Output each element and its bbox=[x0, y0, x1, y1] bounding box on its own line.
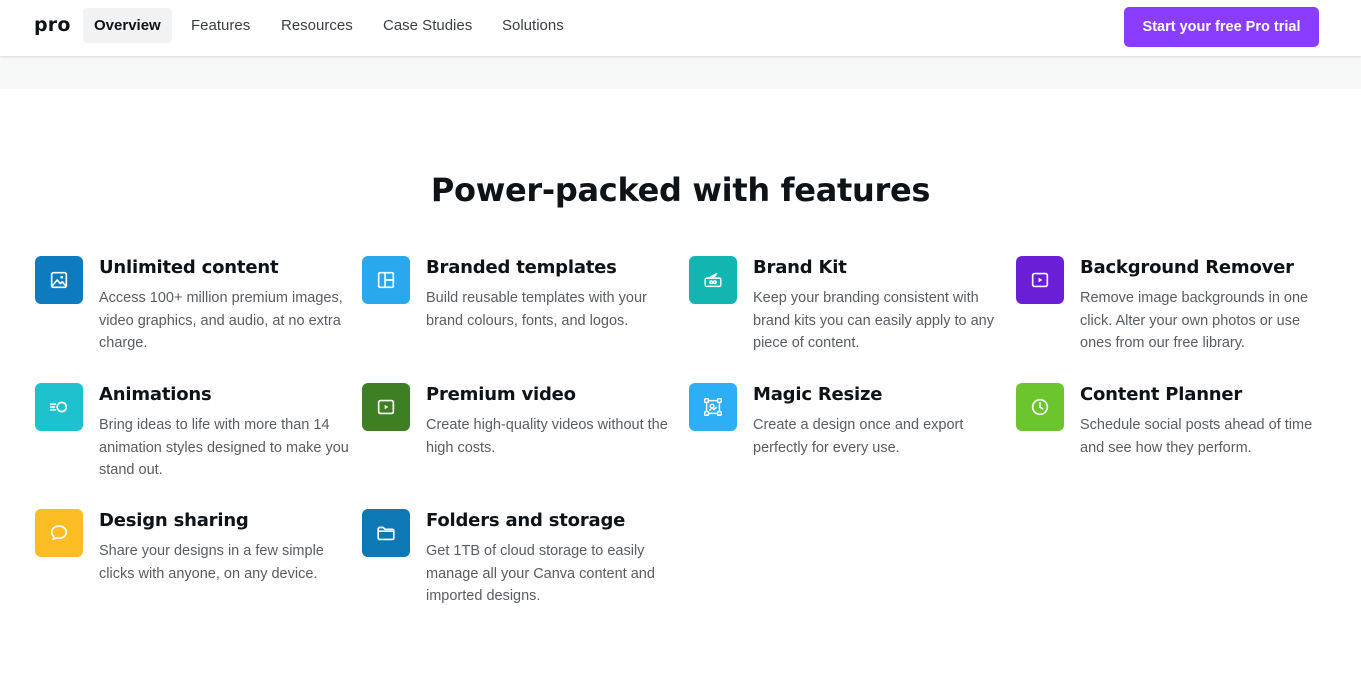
feature-icon-box bbox=[362, 509, 410, 557]
feature-title: Content Planner bbox=[1080, 384, 1243, 405]
feature-icon-box bbox=[689, 256, 737, 304]
feature-description: Bring ideas to life with more than 14 an… bbox=[99, 417, 349, 478]
feature-icon-box bbox=[1016, 256, 1064, 304]
animation-icon bbox=[49, 401, 68, 413]
feature-icon-box bbox=[35, 383, 83, 431]
grey-band bbox=[0, 56, 1361, 89]
feature-description: Access 100+ million premium images, vide… bbox=[99, 290, 343, 351]
image-icon bbox=[50, 271, 68, 289]
feature-icon-box bbox=[35, 256, 83, 304]
section-heading: Power-packed with features bbox=[430, 171, 931, 209]
feature-title: Animations bbox=[99, 384, 212, 405]
feature-description: Share your designs in a few simple click… bbox=[99, 543, 324, 582]
feature-description: Create a design once and export perfectl… bbox=[753, 417, 964, 456]
feature-title: Brand Kit bbox=[753, 257, 847, 278]
start-free-trial-button[interactable]: Start your free Pro trial bbox=[1124, 7, 1319, 47]
nav-tab-features[interactable]: Features bbox=[180, 8, 261, 43]
feature-description: Build reusable templates with your brand… bbox=[426, 290, 647, 329]
feature-description: Get 1TB of cloud storage to easily manag… bbox=[426, 543, 655, 604]
feature-title: Design sharing bbox=[99, 510, 249, 531]
nav-tab-overview[interactable]: Overview bbox=[83, 8, 172, 43]
feature-description: Create high-quality videos without the h… bbox=[426, 417, 668, 456]
top-navigation: pro Overview Features Resources Case Stu… bbox=[0, 0, 1361, 56]
background-remover-icon bbox=[1031, 272, 1049, 288]
video-play-icon bbox=[377, 399, 395, 415]
feature-icon-box bbox=[689, 383, 737, 431]
feature-title: Folders and storage bbox=[426, 510, 626, 531]
clock-icon bbox=[1031, 398, 1049, 416]
feature-description: Keep your branding consistent with brand… bbox=[753, 290, 994, 351]
feature-title: Branded templates bbox=[426, 257, 617, 278]
feature-description: Remove image backgrounds in one click. A… bbox=[1080, 290, 1309, 351]
speech-bubble-icon bbox=[50, 525, 68, 541]
feature-icon-box bbox=[35, 509, 83, 557]
brand-kit-icon bbox=[704, 272, 722, 288]
feature-icon-box bbox=[1016, 383, 1064, 431]
resize-icon bbox=[704, 398, 722, 416]
brand-logo[interactable]: pro bbox=[34, 14, 71, 36]
feature-description: Schedule social posts ahead of time and … bbox=[1080, 417, 1313, 456]
template-icon bbox=[377, 271, 395, 289]
folder-icon bbox=[377, 526, 395, 541]
feature-title: Magic Resize bbox=[753, 384, 883, 405]
feature-icon-box bbox=[362, 383, 410, 431]
nav-tab-resources[interactable]: Resources bbox=[270, 8, 364, 43]
feature-title: Premium video bbox=[426, 384, 576, 405]
feature-title: Unlimited content bbox=[99, 257, 279, 278]
feature-title: Background Remover bbox=[1080, 257, 1294, 278]
nav-tab-case-studies[interactable]: Case Studies bbox=[372, 8, 483, 43]
nav-tab-solutions[interactable]: Solutions bbox=[491, 8, 575, 43]
feature-icon-box bbox=[362, 256, 410, 304]
